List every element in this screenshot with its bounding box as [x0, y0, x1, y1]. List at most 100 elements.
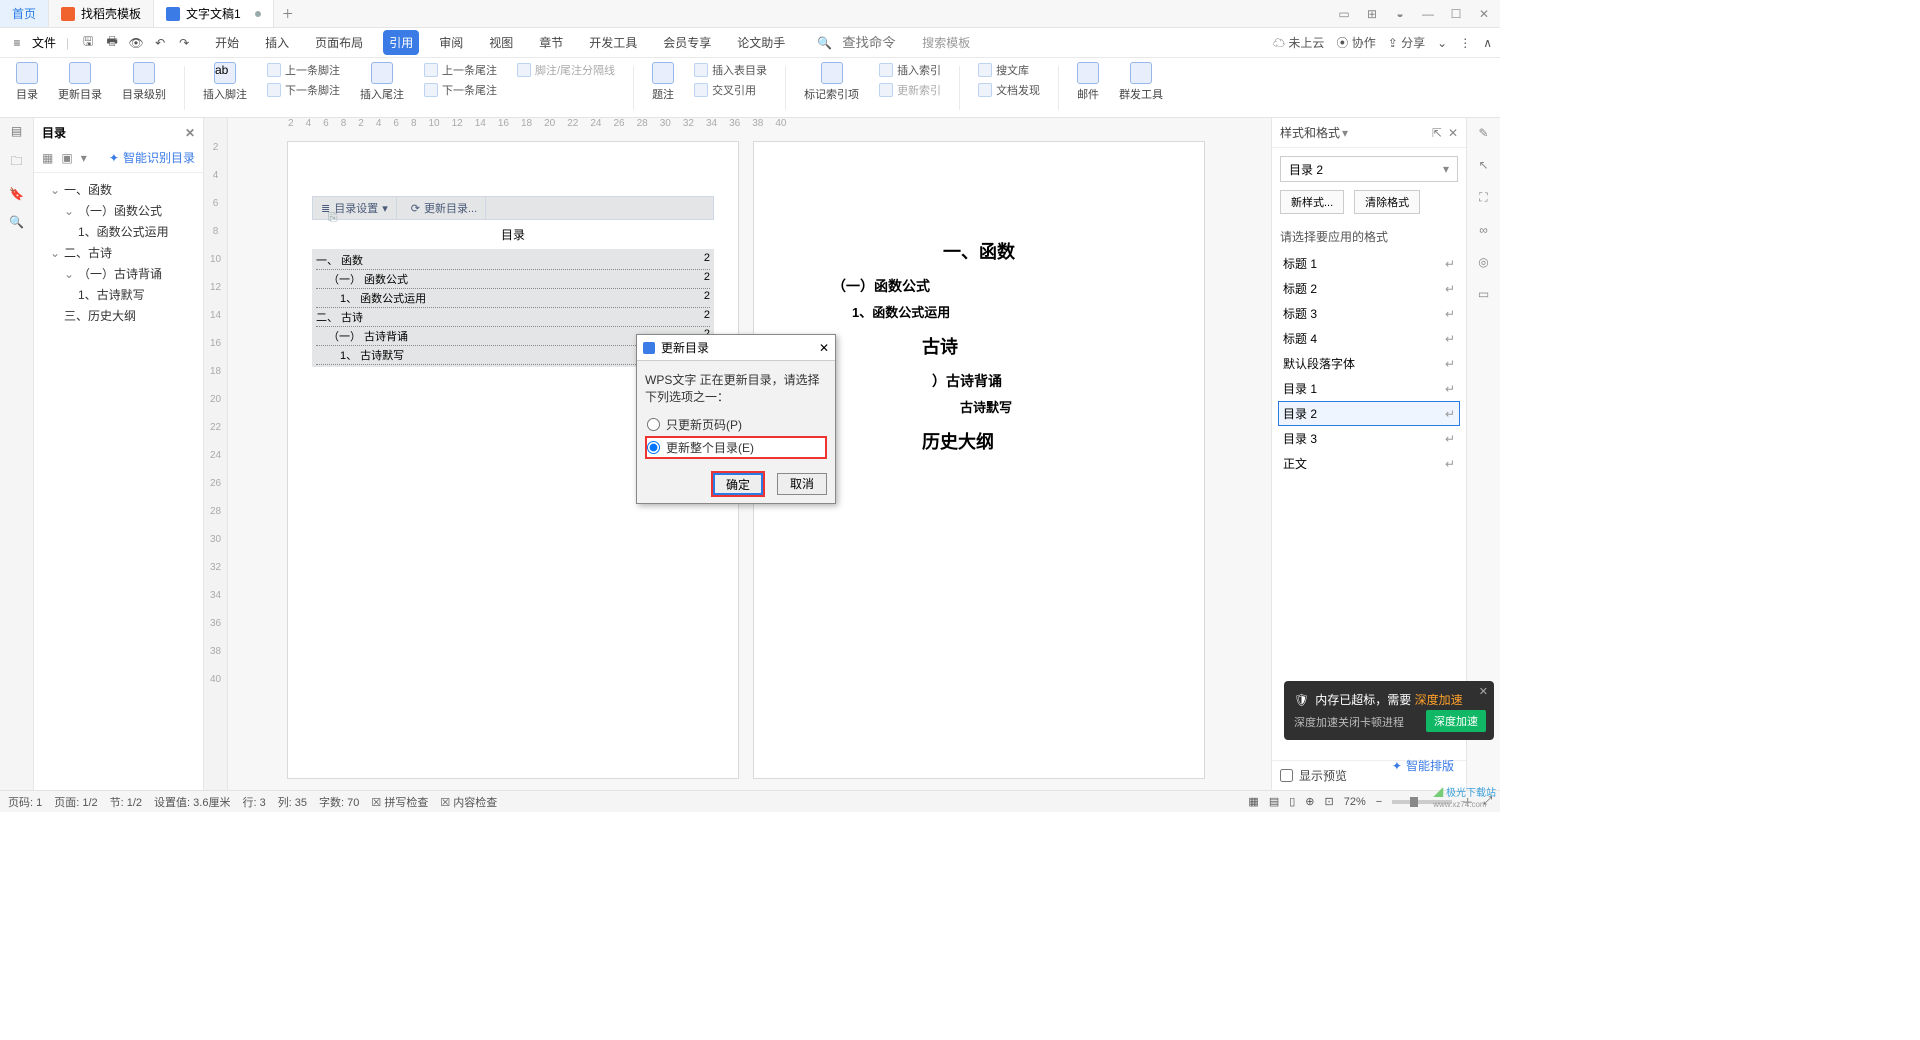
ribbon-caption[interactable]: 题注 — [646, 62, 680, 102]
panel-search-icon[interactable]: 🔍 — [9, 215, 24, 229]
tab-templates[interactable]: 找稻壳模板 — [49, 0, 154, 27]
toc-row[interactable]: 一、 函数2 — [316, 251, 710, 270]
menu-insert[interactable]: 插入 — [259, 30, 295, 55]
search-command-input[interactable] — [842, 35, 912, 50]
tab-add-button[interactable]: ＋ — [274, 0, 302, 27]
smart-layout-button[interactable]: ✦ 智能排版 — [1392, 757, 1454, 774]
style-row[interactable]: 标题 3↵ — [1278, 301, 1460, 326]
avatar-icon[interactable]: ◒ — [1392, 7, 1408, 21]
menu-icon[interactable]: ≡ — [8, 34, 26, 52]
minimize-icon[interactable]: — — [1420, 7, 1436, 21]
sb-section[interactable]: 节: 1/2 — [110, 794, 142, 810]
toc-row[interactable]: 二、 古诗2 — [316, 308, 710, 327]
tab-document[interactable]: 文字文稿1 — [154, 0, 274, 27]
preview-icon[interactable]: 👁 — [127, 34, 145, 52]
tree-item[interactable]: ⌄二、古诗 — [38, 242, 199, 263]
style-row[interactable]: 默认段落字体↵ — [1278, 351, 1460, 376]
layout-icon[interactable]: ▭ — [1336, 7, 1352, 21]
ribbon-broadcast[interactable]: 群发工具 — [1113, 62, 1169, 102]
ok-button[interactable]: 确定 — [713, 473, 763, 495]
cross-ref[interactable]: 交叉引用 — [694, 82, 767, 98]
style-row[interactable]: 标题 4↵ — [1278, 326, 1460, 351]
heading-1[interactable]: 历史大纲 — [814, 428, 1144, 454]
select-icon[interactable]: ↖ — [1478, 158, 1488, 172]
cancel-button[interactable]: 取消 — [777, 473, 827, 495]
menu-reference[interactable]: 引用 — [383, 30, 419, 55]
current-style-select[interactable]: 目录 2▾ — [1280, 156, 1458, 182]
toc-update-button[interactable]: ⟳更新目录... — [403, 197, 486, 219]
outline-close-icon[interactable]: ✕ — [185, 126, 195, 140]
menu-paper[interactable]: 论文助手 — [731, 30, 791, 55]
panel-nav-icon[interactable]: 🗀 — [10, 152, 22, 173]
menu-dev[interactable]: 开发工具 — [583, 30, 643, 55]
panel-toc-icon[interactable]: ▤ — [11, 124, 22, 138]
search-lib[interactable]: 搜文库 — [978, 62, 1040, 78]
doc-discover[interactable]: 文档发现 — [978, 82, 1040, 98]
outline-dropdown-icon[interactable]: ▾ — [81, 151, 87, 165]
zoom-out-icon[interactable]: − — [1376, 796, 1382, 808]
sb-spell[interactable]: ☒ 拼写检查 — [371, 794, 428, 810]
zoom-value[interactable]: 72% — [1344, 796, 1366, 808]
heading-3[interactable]: 古诗默写 — [852, 397, 1144, 416]
print-icon[interactable]: 🖶 — [103, 34, 121, 52]
collab-button[interactable]: ⦿ 协作 — [1336, 34, 1375, 51]
view-read-icon[interactable]: ▯ — [1289, 795, 1295, 808]
style-row[interactable]: 标题 2↵ — [1278, 276, 1460, 301]
toc-row[interactable]: 1、 函数公式运用2 — [316, 289, 710, 308]
pin-icon[interactable]: ⇱ — [1432, 126, 1442, 140]
tab-home[interactable]: 首页 — [0, 0, 49, 27]
heading-1[interactable]: 一、函数 — [814, 238, 1144, 264]
fit-icon[interactable]: ⊡ — [1325, 795, 1334, 808]
ribbon-mark-index[interactable]: 标记索引项 — [798, 62, 865, 102]
radio-update-all[interactable]: 更新整个目录(E) — [645, 436, 827, 459]
ribbon-mail[interactable]: 邮件 — [1071, 62, 1105, 102]
dialog-close-icon[interactable]: ✕ — [819, 341, 829, 355]
ribbon-update-toc[interactable]: 更新目录 — [52, 62, 108, 102]
prev-footnote[interactable]: 上一条脚注 — [267, 62, 340, 78]
apps-icon[interactable]: ⊞ — [1364, 7, 1380, 21]
sb-col[interactable]: 列: 35 — [278, 794, 307, 810]
style-row[interactable]: 目录 3↵ — [1278, 426, 1460, 451]
style-row[interactable]: 正文↵ — [1278, 451, 1460, 476]
cloud-status[interactable]: ☁ 未上云 — [1273, 34, 1324, 51]
new-style-button[interactable]: 新样式... — [1280, 190, 1344, 214]
sb-words[interactable]: 字数: 70 — [319, 794, 359, 810]
ribbon-endnote[interactable]: 插入尾注 — [354, 62, 410, 102]
tree-item[interactable]: ⌄（一）函数公式 — [38, 200, 199, 221]
tree-item[interactable]: 1、古诗默写 — [38, 284, 199, 305]
toc-settings-button[interactable]: ≣目录设置▾ — [313, 197, 397, 219]
tree-item[interactable]: 三、历史大纲 — [38, 305, 199, 326]
style-row[interactable]: 标题 1↵ — [1278, 251, 1460, 276]
radio-all-input[interactable] — [647, 441, 660, 454]
maximize-icon[interactable]: ☐ — [1448, 7, 1464, 21]
close-window-icon[interactable]: ✕ — [1476, 7, 1492, 21]
panel-bookmark-icon[interactable]: 🔖 — [9, 187, 24, 201]
view-outline-icon[interactable]: ⊕ — [1305, 795, 1314, 808]
radio-update-pages[interactable]: 只更新页码(P) — [645, 413, 827, 436]
menu-layout[interactable]: 页面布局 — [309, 30, 369, 55]
heading-3[interactable]: 1、函数公式运用 — [852, 302, 1144, 321]
toc-row[interactable]: （一） 函数公式2 — [316, 270, 710, 289]
radio-pages-input[interactable] — [647, 418, 660, 431]
save-icon[interactable]: 🖫 — [79, 34, 97, 52]
ribbon-toc-level[interactable]: 目录级别 — [116, 62, 172, 102]
tree-item[interactable]: 1、函数公式运用 — [38, 221, 199, 242]
heading-2[interactable]: ）古诗背诵 — [832, 371, 1144, 391]
redo-icon[interactable]: ↷ — [175, 34, 193, 52]
heading-2[interactable]: （一）函数公式 — [832, 276, 1144, 296]
insert-fig-toc[interactable]: 插入表目录 — [694, 62, 767, 78]
preview-checkbox[interactable] — [1280, 769, 1293, 782]
toast-action-button[interactable]: 深度加速 — [1426, 710, 1486, 732]
sb-page-num[interactable]: 页码: 1 — [8, 794, 42, 810]
ribbon-footnote[interactable]: ab插入脚注 — [197, 62, 253, 102]
undo-icon[interactable]: ↶ — [151, 34, 169, 52]
toast-close-icon[interactable]: ✕ — [1479, 685, 1488, 698]
settings-icon[interactable]: ⛶ — [1479, 190, 1487, 205]
next-endnote[interactable]: 下一条尾注 — [424, 82, 497, 98]
style-row[interactable]: 目录 2↵ — [1278, 401, 1460, 426]
share-button[interactable]: ⇪ 分享 — [1388, 34, 1425, 51]
style-row[interactable]: 目录 1↵ — [1278, 376, 1460, 401]
insert-index[interactable]: 插入索引 — [879, 62, 941, 78]
heading-1[interactable]: 古诗 — [814, 333, 1144, 359]
next-footnote[interactable]: 下一条脚注 — [267, 82, 340, 98]
